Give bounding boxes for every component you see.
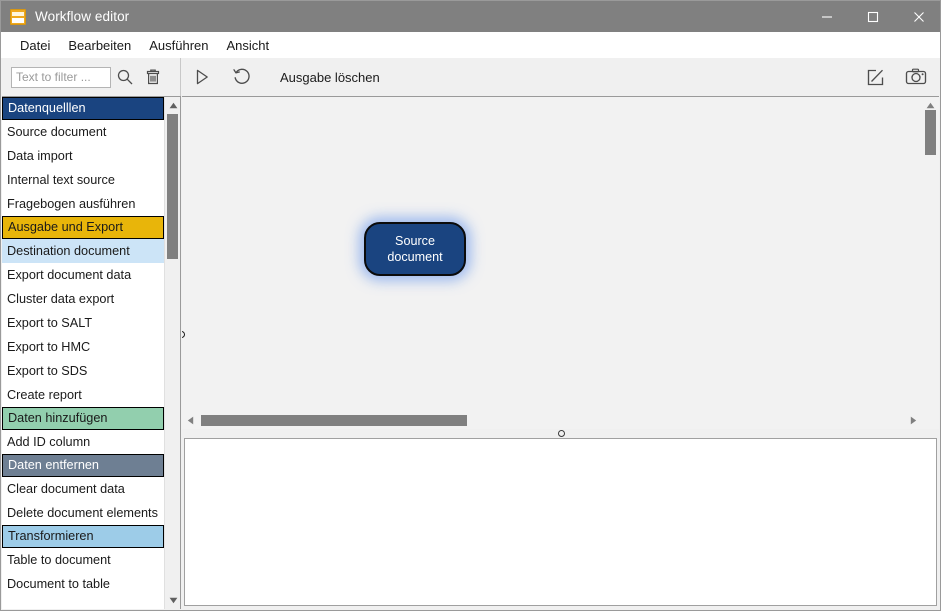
window-controls: [804, 1, 940, 32]
canvas-vertical-scroll-thumb[interactable]: [925, 110, 936, 155]
reset-workflow-button[interactable]: [222, 58, 262, 96]
screenshot-button[interactable]: [896, 58, 936, 96]
camera-icon: [905, 68, 927, 85]
close-icon: [914, 11, 924, 22]
clear-filter-button[interactable]: [139, 62, 167, 92]
output-panel[interactable]: [184, 438, 937, 606]
palette-list-item[interactable]: Data import: [2, 144, 164, 168]
output-text: [185, 439, 936, 445]
menu-item-bearbeiten[interactable]: Bearbeiten: [59, 35, 140, 56]
scroll-left-icon: [187, 416, 194, 425]
canvas-horizontal-scroll-thumb[interactable]: [201, 415, 467, 426]
clear-output-button[interactable]: Ausgabe löschen: [280, 70, 380, 85]
window-title: Workflow editor: [35, 9, 130, 24]
scroll-down-icon: [169, 597, 177, 604]
workflow-node-label: Source document: [387, 233, 442, 265]
palette-list-item[interactable]: Internal text source: [2, 168, 164, 192]
workflow-node-label-line2: document: [387, 250, 443, 264]
palette-list-item[interactable]: Table to document: [2, 548, 164, 572]
search-button[interactable]: [111, 62, 139, 92]
workflow-node-label-line1: Source: [395, 234, 435, 248]
menu-item-ansicht[interactable]: Ansicht: [218, 35, 279, 56]
sidebar-scroll-thumb[interactable]: [167, 114, 178, 259]
canvas-vertical-scrollbar[interactable]: [922, 97, 939, 428]
menu-bar: Datei Bearbeiten Ausführen Ansicht: [1, 32, 940, 58]
node-palette-sidebar: Datenquelllen Source document Data import I…: [2, 96, 181, 609]
toolbar: Ausgabe löschen: [1, 58, 940, 96]
canvas-scroll-left-button[interactable]: [182, 412, 199, 429]
palette-category-header[interactable]: Daten entfernen: [2, 454, 164, 477]
app-icon: [10, 8, 26, 25]
scroll-right-icon: [910, 416, 917, 425]
sidebar-scrollbar[interactable]: [164, 97, 180, 609]
run-workflow-button[interactable]: [182, 58, 222, 96]
palette-list-item[interactable]: Create report: [2, 383, 164, 407]
palette-list-item[interactable]: Source document: [2, 120, 164, 144]
maximize-button[interactable]: [850, 1, 896, 32]
palette-list-item[interactable]: Export to HMC: [2, 335, 164, 359]
scroll-up-icon: [926, 102, 935, 109]
palette-list-item[interactable]: Clear document data: [2, 477, 164, 501]
trash-icon: [146, 69, 160, 85]
menu-item-ausfuehren[interactable]: Ausführen: [140, 35, 217, 56]
toolbar-filter-group: [2, 58, 181, 96]
canvas-scroll-right-button[interactable]: [905, 412, 922, 429]
minimize-button[interactable]: [804, 1, 850, 32]
sidebar-scroll-up-button[interactable]: [165, 97, 180, 114]
maximize-icon: [867, 11, 879, 22]
sidebar-scroll-down-button[interactable]: [165, 592, 180, 609]
palette-category-header[interactable]: Transformieren: [2, 525, 164, 548]
search-icon: [117, 69, 133, 85]
palette-list-item[interactable]: Export to SALT: [2, 311, 164, 335]
palette-category-header[interactable]: Daten hinzufügen: [2, 407, 164, 430]
reset-icon: [233, 68, 250, 84]
canvas-horizontal-scrollbar[interactable]: [182, 412, 939, 429]
palette-list-item[interactable]: Delete document elements: [2, 501, 164, 525]
palette-list-item[interactable]: Cluster data export: [2, 287, 164, 311]
workflow-canvas-area: Source document: [182, 96, 939, 428]
toolbar-actions: Ausgabe löschen: [182, 58, 940, 96]
palette-list-item[interactable]: Fragebogen ausführen: [2, 192, 164, 216]
toolbar-right-actions: [856, 58, 936, 96]
workflow-node[interactable]: Source document: [364, 222, 466, 276]
palette-list-item[interactable]: Add ID column: [2, 430, 164, 454]
close-button[interactable]: [896, 1, 940, 32]
palette-list-item[interactable]: Document to table: [2, 572, 164, 596]
filter-input[interactable]: [11, 66, 111, 88]
scroll-up-icon: [169, 102, 177, 109]
play-icon: [196, 69, 208, 85]
workflow-editor-window: Workflow editor Datei Bearbeiten Ausführ…: [0, 0, 941, 611]
title-bar: Workflow editor: [1, 1, 940, 32]
palette-list-item[interactable]: Destination document: [2, 239, 164, 263]
edit-square-icon: [867, 69, 884, 86]
canvas-anchor-dot[interactable]: [182, 331, 185, 338]
edit-button[interactable]: [856, 58, 896, 96]
palette-category-header[interactable]: Datenquelllen: [2, 97, 164, 120]
menu-item-datei[interactable]: Datei: [11, 35, 59, 56]
workflow-canvas[interactable]: Source document: [182, 97, 922, 428]
splitter-handle[interactable]: [558, 430, 565, 437]
palette-list-item[interactable]: Export to SDS: [2, 359, 164, 383]
palette-list-item[interactable]: Export document data: [2, 263, 164, 287]
palette-category-header[interactable]: Ausgabe und Export: [2, 216, 164, 239]
minimize-icon: [822, 15, 832, 18]
node-palette-list[interactable]: Datenquelllen Source document Data import I…: [2, 97, 164, 609]
